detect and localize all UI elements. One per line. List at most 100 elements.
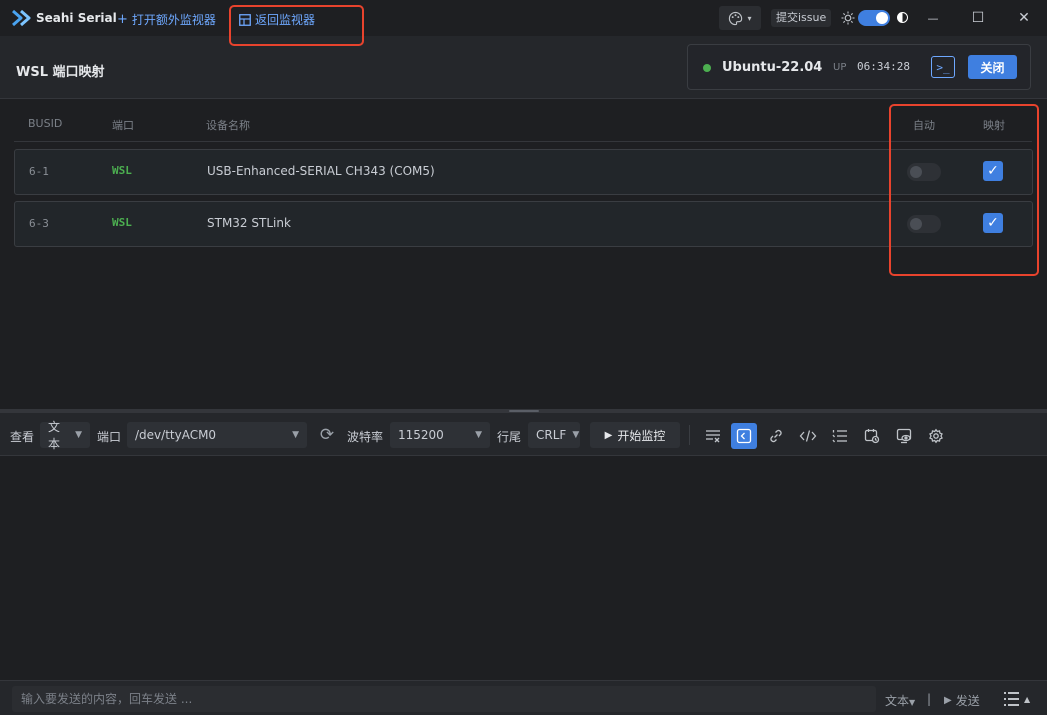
chevron-down-icon: ▼ <box>475 430 482 440</box>
play-icon: ▶ <box>944 695 952 706</box>
minimize-button[interactable]: — <box>923 8 943 28</box>
start-monitor-label: 开始监控 <box>617 428 666 443</box>
page-header: WSL 端口映射 Ubuntu-22.04 UP 06:34:28 >_ 关闭 <box>0 36 1047 99</box>
serial-output-area[interactable] <box>0 457 1047 679</box>
chevron-down-icon: ▼ <box>292 430 299 440</box>
send-mode-value: 文本 <box>885 694 910 708</box>
port-cell: WSL <box>112 164 132 177</box>
refresh-ports-button[interactable]: ⟳ <box>317 425 337 445</box>
auto-scroll-icon <box>736 428 752 444</box>
table-row: 6-3 WSL STM32 STLink ✓ <box>14 201 1033 247</box>
send-input[interactable] <box>12 686 876 712</box>
close-icon: ✕ <box>1018 10 1030 26</box>
open-extra-monitor-label: 打开额外监视器 <box>131 13 216 27</box>
close-window-button[interactable]: ✕ <box>1014 8 1034 28</box>
line-numbers-button[interactable] <box>827 423 853 449</box>
distro-name: Ubuntu-22.04 <box>722 60 823 75</box>
palette-icon <box>729 11 743 25</box>
view-mode-value: 文本 <box>48 420 61 451</box>
column-header-device: 设备名称 <box>206 119 250 132</box>
link-button[interactable] <box>763 423 789 449</box>
device-name-cell: STM32 STLink <box>207 216 291 230</box>
dark-mode-icon <box>897 12 908 23</box>
check-icon: ✓ <box>987 215 999 231</box>
table-row: 6-1 WSL USB-Enhanced-SERIAL CH343 (COM5)… <box>14 149 1033 195</box>
refresh-icon: ⟳ <box>319 425 335 445</box>
uptime-label: UP <box>833 62 847 73</box>
baud-value: 115200 <box>398 428 444 442</box>
title-bar: Seahi Serial + 打开额外监视器 返回监视器 ▾ 提交issue — <box>0 0 1047 36</box>
view-label: 查看 <box>10 430 35 444</box>
open-extra-monitor-link[interactable]: + 打开额外监视器 <box>117 11 216 28</box>
send-button[interactable]: ▶ 发送 <box>944 692 980 709</box>
chevron-up-icon: ▲ <box>1024 694 1031 704</box>
auto-attach-switch[interactable] <box>907 163 941 181</box>
view-mode-select[interactable]: 文本 ▼ <box>40 420 90 451</box>
quick-commands-button[interactable]: ▲ <box>1003 689 1033 709</box>
submit-issue-button[interactable]: 提交issue <box>771 9 832 27</box>
chevron-down-icon: ▾ <box>747 13 752 23</box>
uptime-value: 06:34:28 <box>857 60 910 73</box>
monitor-eye-icon <box>896 428 912 444</box>
display-filter-button[interactable] <box>891 423 917 449</box>
app-logo-icon <box>12 9 31 27</box>
baud-label: 波特率 <box>347 430 384 444</box>
open-terminal-button[interactable]: >_ <box>931 56 955 78</box>
send-mode-select[interactable]: 文本▼ <box>885 692 915 709</box>
splitter-grip[interactable] <box>509 410 539 412</box>
map-checkbox[interactable]: ✓ <box>983 213 1003 233</box>
eol-label: 行尾 <box>497 430 522 444</box>
start-monitor-button[interactable]: ▶ 开始监控 <box>590 422 680 448</box>
clear-list-icon <box>706 430 720 443</box>
device-name-cell: USB-Enhanced-SERIAL CH343 (COM5) <box>207 164 435 178</box>
back-to-monitor-label: 返回监视器 <box>255 13 316 27</box>
wsl-distro-card: Ubuntu-22.04 UP 06:34:28 >_ 关闭 <box>687 44 1031 90</box>
eol-select[interactable]: CRLF ▼ <box>528 422 580 448</box>
grid-layout-icon <box>239 13 251 26</box>
busid-cell: 6-1 <box>29 165 49 178</box>
code-icon <box>799 430 817 442</box>
baud-select[interactable]: 115200 ▼ <box>390 422 490 448</box>
theme-palette-button[interactable]: ▾ <box>719 6 761 30</box>
map-checkbox[interactable]: ✓ <box>983 161 1003 181</box>
toolbar-divider <box>689 425 690 445</box>
page-title: WSL 端口映射 <box>16 65 105 80</box>
list-icon <box>1004 692 1019 706</box>
monitor-toolbar: 查看 文本 ▼ 端口 /dev/ttyACM0 ▼ ⟳ 波特率 115200 ▼… <box>0 413 1047 456</box>
column-header-busid: BUSID <box>28 117 63 130</box>
minimize-icon: — <box>927 11 939 25</box>
auto-attach-switch[interactable] <box>907 215 941 233</box>
gear-icon <box>929 428 943 444</box>
auto-scroll-button[interactable] <box>731 423 757 449</box>
shutdown-distro-button[interactable]: 关闭 <box>968 55 1017 79</box>
theme-toggle[interactable] <box>858 10 890 26</box>
timestamp-button[interactable] <box>859 423 885 449</box>
app-name: Seahi Serial <box>36 11 117 25</box>
maximize-button[interactable]: ☐ <box>968 8 988 28</box>
port-select[interactable]: /dev/ttyACM0 ▼ <box>127 422 307 448</box>
terminal-icon: >_ <box>936 60 950 74</box>
chevron-down-icon: ▼ <box>572 430 580 440</box>
chevron-down-icon: ▼ <box>909 698 916 707</box>
chevron-down-icon: ▼ <box>75 430 82 440</box>
column-header-port: 端口 <box>112 119 134 132</box>
port-cell: WSL <box>112 216 132 229</box>
play-icon: ▶ <box>604 429 613 441</box>
settings-button[interactable] <box>923 423 949 449</box>
code-view-button[interactable] <box>795 423 821 449</box>
port-value: /dev/ttyACM0 <box>135 428 217 442</box>
send-divider: | <box>927 692 932 706</box>
column-header-map: 映射 <box>983 119 1005 132</box>
plus-icon: + <box>117 12 128 27</box>
back-to-monitor-link[interactable]: 返回监视器 <box>239 11 315 28</box>
header-divider <box>14 141 1032 142</box>
sun-icon <box>841 11 855 25</box>
numbered-list-icon <box>832 430 847 443</box>
column-header-auto: 自动 <box>913 119 935 132</box>
check-icon: ✓ <box>987 163 999 179</box>
port-label: 端口 <box>97 430 122 444</box>
clear-output-button[interactable] <box>700 423 726 449</box>
busid-cell: 6-3 <box>29 217 49 230</box>
status-dot-icon <box>703 64 711 72</box>
maximize-icon: ☐ <box>971 10 985 26</box>
